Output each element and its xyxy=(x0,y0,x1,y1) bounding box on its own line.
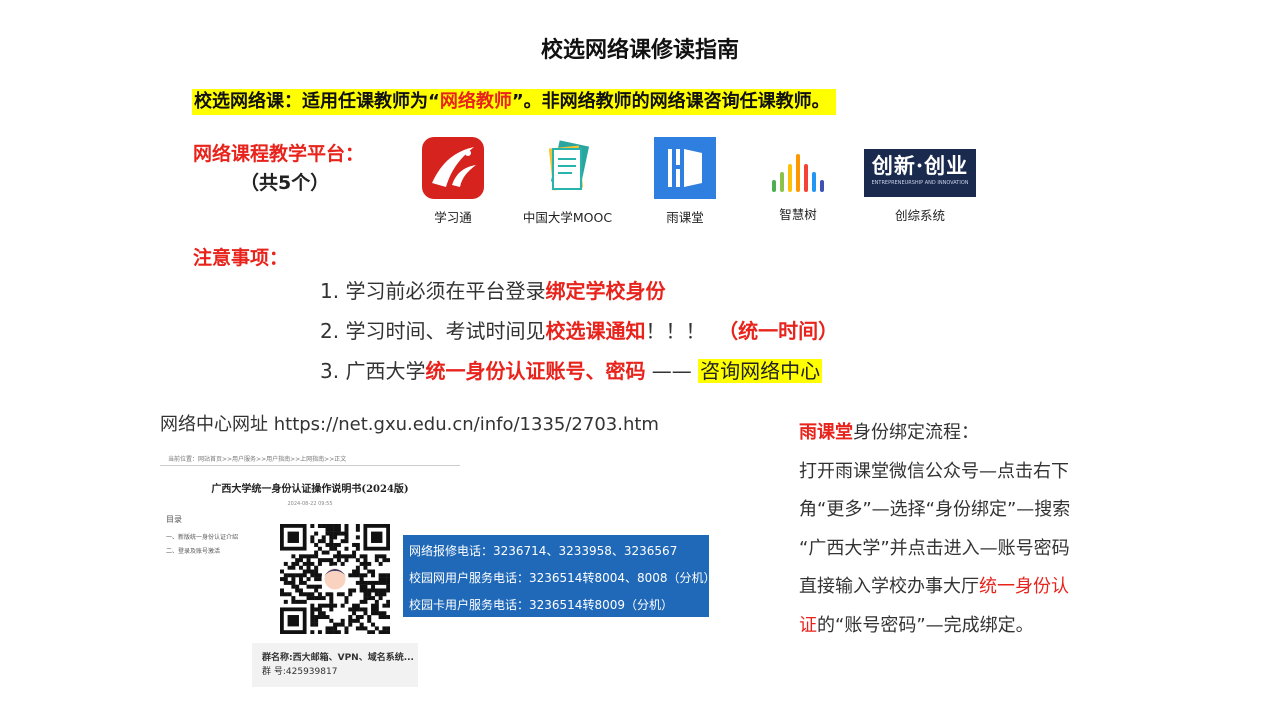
platform-label: 创综系统 xyxy=(894,208,945,223)
process-line: 打开雨课堂微信公众号—点击右下 xyxy=(799,460,1069,482)
notice-item-1: 1. 学习前必须在平台登录绑定学校身份 xyxy=(320,275,665,304)
qr-code xyxy=(280,524,391,635)
qq-group-card: 群名称:西大邮箱、VPN、域名系统... 群 号:425939817 xyxy=(252,643,418,687)
platform-chuangzong[interactable]: 创新·创业 ENTREPRENEURSHIP AND INNOVATION 创综… xyxy=(863,149,977,224)
notices-heading: 注意事项： xyxy=(193,247,289,269)
platform-label: 智慧树 xyxy=(779,207,817,222)
url-link[interactable]: https://net.gxu.edu.cn/info/1335/2703.ht… xyxy=(274,414,659,435)
binding-process: 雨课堂身份绑定流程： 打开雨课堂微信公众号—点击右下 角“更多”—选择“身份绑定… xyxy=(799,414,1129,645)
platform-label: 学习通 xyxy=(434,210,472,225)
doc-title: 广西大学统一身份认证操作说明书(2024版) xyxy=(211,484,409,495)
platform-xuexitong[interactable]: 学习通 xyxy=(412,137,494,226)
xuexitong-logo-icon xyxy=(422,137,484,199)
notice-dash: —— xyxy=(645,359,699,383)
doc-toc-item: 二、登录及账号激活 xyxy=(166,548,221,555)
platform-label: 雨课堂 xyxy=(666,210,704,225)
notice-emphasis: 统一身份认证账号、密码 xyxy=(425,359,646,383)
notice-emphasis: 校选课通知 xyxy=(545,319,646,343)
mooc-logo-icon xyxy=(543,137,593,199)
chuangzong-logo-text: 创新·创业 xyxy=(871,153,969,178)
doc-date: 2024-08-22 09:55 xyxy=(287,501,333,507)
platforms-heading: 网络课程教学平台： xyxy=(193,143,365,165)
process-line: 雨课堂身份绑定流程： xyxy=(799,414,1129,453)
chuangzong-logo-icon: 创新·创业 ENTREPRENEURSHIP AND INNOVATION xyxy=(864,149,976,197)
platform-zhihuishu[interactable]: 智慧树 xyxy=(762,150,834,223)
contact-box: 网络报修电话：3236714、3233958、3236567 校园网用户服务电话… xyxy=(403,535,716,617)
process-line: 角“更多”—选择“身份绑定”—搜索 xyxy=(799,499,1071,520)
process-emphasis: 统一身份认 xyxy=(979,576,1069,597)
page-title: 校选网络课修读指南 xyxy=(540,38,739,63)
notice-text: 2. 学习时间、考试时间见 xyxy=(320,319,546,343)
process-text: 的“账号密码”—完成绑定。 xyxy=(817,614,1034,636)
platform-yuketang[interactable]: 雨课堂 xyxy=(646,137,724,226)
process-line: 证的“账号密码”—完成绑定。 xyxy=(799,607,1129,646)
chuangzong-logo-sub: ENTREPRENEURSHIP AND INNOVATION xyxy=(871,180,969,186)
platform-mooc[interactable]: 中国大学MOOC xyxy=(515,137,620,226)
notice-text: 3. 广西大学 xyxy=(320,359,426,383)
qr-code-graphic xyxy=(280,524,391,635)
contact-campus-net: 校园网用户服务电话：3236514转8004、8008（分机） xyxy=(409,571,716,585)
process-emphasis: 雨课堂 xyxy=(799,422,853,443)
process-line: 直接输入学校办事大厅统一身份认 xyxy=(799,568,1129,607)
scope-banner: 校选网络课：适用任课教师为“网络教师”。非网络教师的网络课咨询任课教师。 xyxy=(192,89,836,115)
notice-item-2: 2. 学习时间、考试时间见校选课通知！！！ （统一时间） xyxy=(320,315,838,344)
banner-highlight: 网络教师 xyxy=(439,91,512,112)
platform-label: 中国大学MOOC xyxy=(522,210,613,225)
process-line: “广西大学”并点击进入—账号密码 xyxy=(799,537,1070,559)
doc-breadcrumb: 当前位置：网站首页>>用户服务>>用户指南>>上网指南>>正文 xyxy=(160,452,460,466)
qq-group-name: 群名称:西大邮箱、VPN、域名系统... xyxy=(262,653,414,663)
notice-text: 1. 学习前必须在平台登录 xyxy=(320,279,546,303)
process-emphasis: 证 xyxy=(799,614,817,636)
qq-group-number: 群 号:425939817 xyxy=(262,667,338,677)
yuketang-logo-icon xyxy=(654,137,716,199)
doc-toc-item: 一、新版统一身份认证介绍 xyxy=(166,534,239,541)
notice-emphasis: 绑定学校身份 xyxy=(545,279,666,303)
banner-text-1: 校选网络课：适用任课教师为“ xyxy=(194,91,440,112)
platforms-count: （共5个） xyxy=(240,172,330,194)
notice-text: ！！！ xyxy=(645,319,719,343)
notice-emphasis: （统一时间） xyxy=(718,319,839,343)
banner-text-2: ”。非网络教师的网络课咨询任课教师。 xyxy=(511,91,830,112)
process-text: 身份绑定流程： xyxy=(853,422,979,443)
network-center-url[interactable]: 网络中心网址 https://net.gxu.edu.cn/info/1335/… xyxy=(160,410,659,436)
url-label: 网络中心网址 xyxy=(160,414,268,435)
doc-toc-heading: 目录 xyxy=(166,515,182,524)
contact-repair: 网络报修电话：3236714、3233958、3236567 xyxy=(409,544,678,558)
zhihuishu-logo-icon xyxy=(766,150,830,196)
process-text: 直接输入学校办事大厅 xyxy=(799,576,979,597)
notice-highlight: 咨询网络中心 xyxy=(698,359,823,383)
contact-campus-card: 校园卡用户服务电话：3236514转8009（分机） xyxy=(409,598,673,612)
notice-item-3: 3. 广西大学统一身份认证账号、密码 —— 咨询网络中心 xyxy=(320,355,823,384)
